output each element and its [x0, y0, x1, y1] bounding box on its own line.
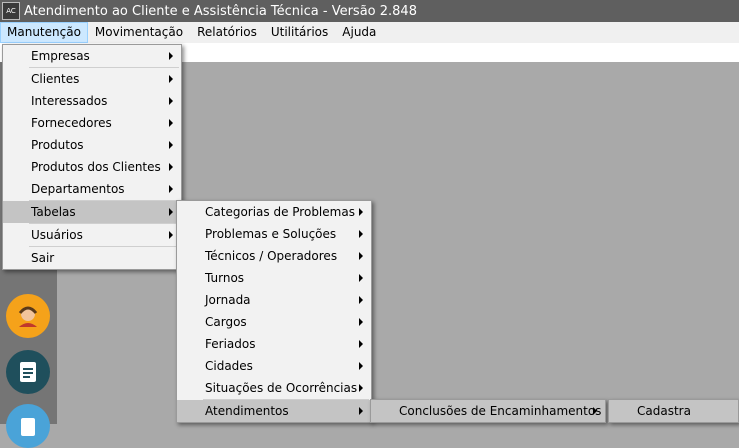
- menu-item-cidades[interactable]: Cidades: [177, 355, 371, 377]
- menu-item-conclusoes-encaminhamentos[interactable]: Conclusões de Encaminhamentos: [371, 400, 605, 422]
- user-support-icon[interactable]: [6, 294, 50, 338]
- submenu-arrow-icon: [169, 52, 173, 60]
- submenu-arrow-icon: [359, 230, 363, 238]
- submenu-arrow-icon: [359, 274, 363, 282]
- submenu-arrow-icon: [169, 119, 173, 127]
- app-icon: AC: [2, 2, 20, 20]
- menu-item-tabelas[interactable]: Tabelas: [3, 201, 181, 223]
- tabelas-submenu: Categorias de Problemas Problemas e Solu…: [176, 200, 372, 423]
- menu-manutencao[interactable]: Manutenção: [0, 22, 88, 43]
- menu-item-jornada[interactable]: Jornada: [177, 289, 371, 311]
- menu-movimentacao[interactable]: Movimentação: [88, 22, 190, 43]
- menu-item-cadastra[interactable]: Cadastra: [609, 400, 738, 422]
- manutencao-dropdown: Empresas Clientes Interessados Fornecedo…: [2, 44, 182, 270]
- menu-item-tecnicos-operadores[interactable]: Técnicos / Operadores: [177, 245, 371, 267]
- title-bar: AC Atendimento ao Cliente e Assistência …: [0, 0, 739, 22]
- menu-item-cargos[interactable]: Cargos: [177, 311, 371, 333]
- submenu-arrow-icon: [169, 208, 173, 216]
- document-icon[interactable]: [6, 350, 50, 394]
- submenu-arrow-icon: [593, 407, 597, 415]
- menu-bar: Manutenção Movimentação Relatórios Utili…: [0, 22, 739, 43]
- submenu-arrow-icon: [359, 252, 363, 260]
- menu-item-sair[interactable]: Sair: [3, 247, 181, 269]
- menu-item-departamentos[interactable]: Departamentos: [3, 178, 181, 200]
- submenu-arrow-icon: [169, 97, 173, 105]
- menu-item-interessados[interactable]: Interessados: [3, 90, 181, 112]
- submenu-arrow-icon: [169, 75, 173, 83]
- submenu-arrow-icon: [359, 340, 363, 348]
- menu-item-produtos-clientes[interactable]: Produtos dos Clientes: [3, 156, 181, 178]
- menu-item-turnos[interactable]: Turnos: [177, 267, 371, 289]
- menu-item-empresas[interactable]: Empresas: [3, 45, 181, 67]
- submenu-arrow-icon: [169, 185, 173, 193]
- menu-item-produtos[interactable]: Produtos: [3, 134, 181, 156]
- submenu-arrow-icon: [359, 208, 363, 216]
- menu-item-categorias-problemas[interactable]: Categorias de Problemas: [177, 201, 371, 223]
- menu-item-usuarios[interactable]: Usuários: [3, 224, 181, 246]
- menu-item-feriados[interactable]: Feriados: [177, 333, 371, 355]
- menu-item-atendimentos[interactable]: Atendimentos: [177, 400, 371, 422]
- submenu-arrow-icon: [359, 318, 363, 326]
- menu-item-clientes[interactable]: Clientes: [3, 68, 181, 90]
- submenu-arrow-icon: [359, 362, 363, 370]
- atendimentos-submenu: Conclusões de Encaminhamentos: [370, 399, 606, 423]
- menu-item-fornecedores[interactable]: Fornecedores: [3, 112, 181, 134]
- submenu-arrow-icon: [359, 384, 363, 392]
- menu-ajuda[interactable]: Ajuda: [335, 22, 383, 43]
- submenu-arrow-icon: [359, 296, 363, 304]
- submenu-arrow-icon: [169, 141, 173, 149]
- conclusoes-submenu: Cadastra: [608, 399, 739, 423]
- menu-relatorios[interactable]: Relatórios: [190, 22, 264, 43]
- submenu-arrow-icon: [169, 231, 173, 239]
- menu-item-problemas-solucoes[interactable]: Problemas e Soluções: [177, 223, 371, 245]
- submenu-arrow-icon: [169, 163, 173, 171]
- menu-utilitarios[interactable]: Utilitários: [264, 22, 335, 43]
- window-title: Atendimento ao Cliente e Assistência Téc…: [24, 3, 417, 19]
- document2-icon[interactable]: [6, 404, 50, 448]
- menu-item-situacoes-ocorrencias[interactable]: Situações de Ocorrências: [177, 377, 371, 399]
- submenu-arrow-icon: [359, 407, 363, 415]
